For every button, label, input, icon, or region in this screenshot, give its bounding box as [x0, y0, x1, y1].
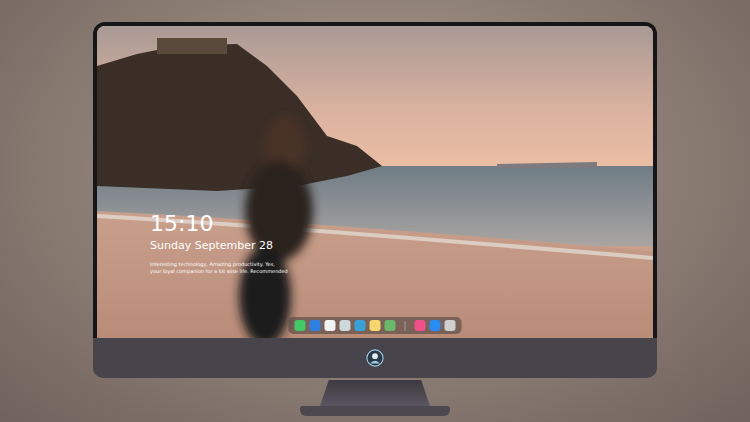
monitor-logo-icon [366, 349, 384, 367]
dock-separator [405, 321, 406, 331]
tagline-line: Interesting technology, Amazing producti… [150, 261, 288, 268]
wallpaper-photo [97, 26, 653, 338]
monitor: 15:10 Sunday September 28 Interesting te… [93, 22, 657, 378]
dock-app-icon[interactable] [445, 320, 456, 331]
lock-info: 15:10 Sunday September 28 Interesting te… [150, 212, 288, 274]
lock-screen[interactable]: 15:10 Sunday September 28 Interesting te… [93, 22, 657, 338]
tagline-line: your loyal companion for a lot wise life… [150, 268, 288, 275]
tagline: Interesting technology, Amazing producti… [150, 261, 288, 274]
dock-app-icon[interactable] [340, 320, 351, 331]
dock-app-icon[interactable] [295, 320, 306, 331]
dock-app-icon[interactable] [310, 320, 321, 331]
dock-app-icon[interactable] [325, 320, 336, 331]
monitor-base [300, 406, 450, 416]
monitor-stand [320, 380, 430, 406]
dock-app-icon[interactable] [370, 320, 381, 331]
dock-app-icon[interactable] [355, 320, 366, 331]
monitor-chin [93, 338, 657, 378]
dock-app-icon[interactable] [430, 320, 441, 331]
dock [289, 317, 462, 334]
clock-time: 15:10 [150, 212, 288, 236]
dock-app-icon[interactable] [415, 320, 426, 331]
dock-app-icon[interactable] [385, 320, 396, 331]
desktop-backdrop: 15:10 Sunday September 28 Interesting te… [0, 0, 750, 422]
clock-date: Sunday September 28 [150, 239, 288, 252]
